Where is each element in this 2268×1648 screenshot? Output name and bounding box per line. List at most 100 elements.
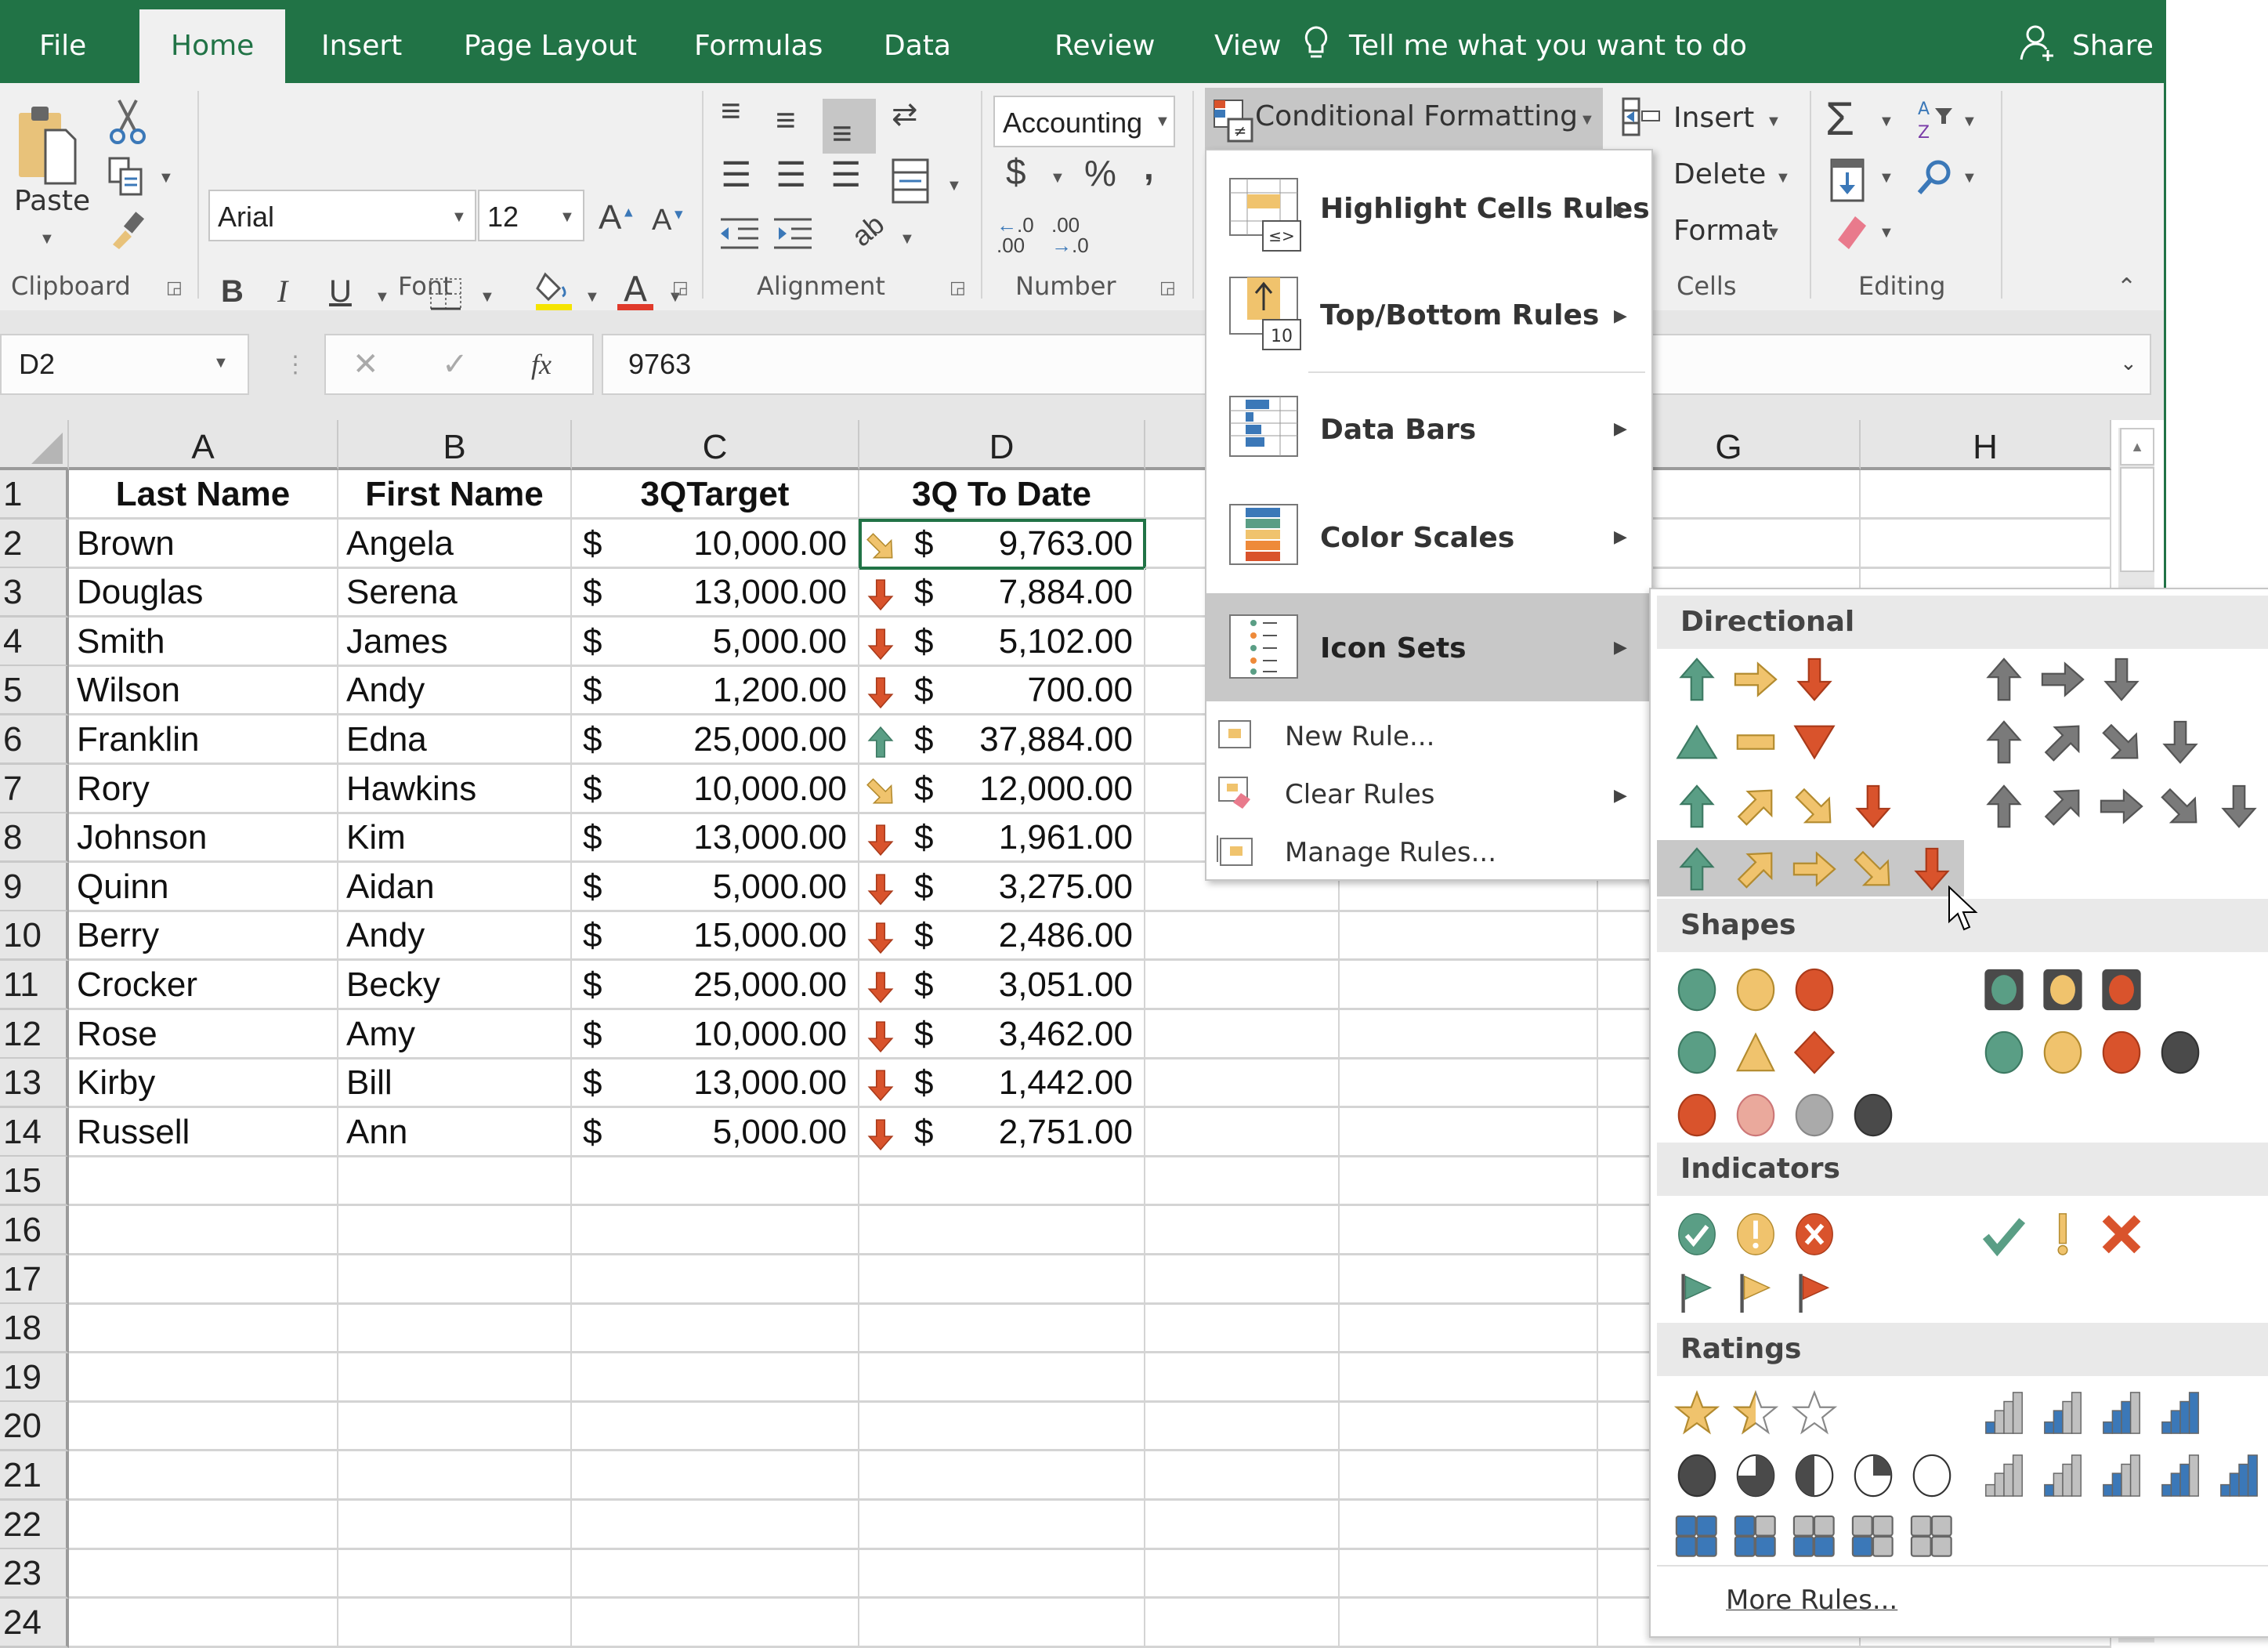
decrease-font-size-icon[interactable]: A▼ [652,205,685,235]
data-cell[interactable]: $5,000.00 [572,1108,859,1157]
icon-set-4-arrows-gray[interactable] [1964,713,2230,770]
cell[interactable] [1340,1599,1598,1648]
cell[interactable] [1145,961,1340,1010]
cell[interactable] [1340,1353,1598,1403]
cell[interactable] [1340,1157,1598,1206]
sort-filter-dropdown-icon[interactable]: ▼ [1962,113,1977,131]
header-cell[interactable]: 3QTarget [572,470,859,520]
top-align-icon[interactable]: ≡ [721,94,741,129]
cell[interactable] [572,1501,859,1550]
clear-eraser-icon[interactable] [1833,213,1868,256]
data-cell[interactable]: $10,000.00 [572,765,859,814]
cell[interactable] [859,1402,1145,1451]
cell[interactable] [1340,1206,1598,1255]
align-left-icon[interactable]: ☰ [721,158,751,193]
insert-cells-button[interactable]: Insert [1673,102,1754,134]
icon-set-4-arrows-colored[interactable] [1657,777,1923,834]
row-header[interactable]: 14 [0,1108,69,1157]
data-cell[interactable]: $700.00 [859,666,1145,715]
cell[interactable] [1340,911,1598,961]
menu-item-manage-rules[interactable]: Manage Rules... [1206,824,1651,881]
cell[interactable] [1145,1059,1340,1108]
format-dropdown-icon[interactable]: ▼ [1766,224,1781,242]
copy-icon[interactable] [108,157,144,200]
data-cell[interactable]: $15,000.00 [572,911,859,961]
insert-function-button[interactable]: fx [531,335,552,393]
cell[interactable] [1340,1451,1598,1501]
cell[interactable] [1340,1304,1598,1353]
increase-decimal-icon[interactable]: ←.0.00 [997,215,1034,255]
header-cell[interactable]: 3Q To Date [859,470,1145,520]
underline-dropdown-icon[interactable]: ▼ [374,288,390,306]
cell[interactable] [859,1206,1145,1255]
tab-file[interactable]: File [39,0,86,83]
font-size-dropdown-icon[interactable]: ▼ [559,208,575,226]
tab-formulas[interactable]: Formulas [694,0,823,83]
cell[interactable] [1340,1255,1598,1305]
icon-set-4-traffic-lights[interactable] [1964,1023,2230,1080]
cell[interactable] [572,1599,859,1648]
select-all-corner[interactable] [0,420,69,470]
column-header-b[interactable]: B [338,420,572,470]
cell[interactable] [572,1157,859,1206]
cell[interactable] [1145,1353,1340,1403]
row-header[interactable]: 22 [0,1501,69,1550]
data-cell[interactable]: $3,051.00 [859,961,1145,1010]
cell[interactable] [1145,1108,1340,1157]
font-launcher-icon[interactable]: ◲ [672,279,689,296]
cell[interactable] [69,1599,338,1648]
cell[interactable] [338,1451,572,1501]
cell[interactable] [1145,1402,1340,1451]
row-header[interactable]: 7 [0,765,69,814]
icon-set-4-ratings[interactable] [1964,1384,2230,1440]
scrollbar-thumb[interactable] [2120,467,2154,572]
data-cell[interactable]: $7,884.00 [859,568,1145,618]
data-cell[interactable]: Kirby [69,1059,338,1108]
cell[interactable] [1340,1108,1598,1157]
number-format-combobox[interactable]: Accounting [993,96,1175,147]
clipboard-launcher-icon[interactable]: ◲ [166,279,183,296]
cell[interactable] [69,1501,338,1550]
icon-set-3-flags[interactable] [1657,1263,1865,1320]
data-cell[interactable]: $10,000.00 [572,1010,859,1059]
data-cell[interactable]: Serena [338,568,572,618]
merge-center-icon[interactable] [892,158,929,208]
alignment-launcher-icon[interactable]: ◲ [950,279,966,296]
data-cell[interactable]: Andy [338,911,572,961]
cell[interactable] [1340,1402,1598,1451]
delete-dropdown-icon[interactable]: ▼ [1775,169,1791,187]
cell[interactable] [69,1402,338,1451]
scroll-up-button[interactable]: ▲ [2120,428,2154,465]
icon-set-3-traffic-lights-rimmed[interactable] [1964,961,2172,1017]
data-cell[interactable]: Kim [338,813,572,863]
borders-dropdown-icon[interactable]: ▼ [479,288,495,306]
cell[interactable] [69,1206,338,1255]
row-header[interactable]: 2 [0,520,69,569]
icon-set-3-symbols-uncircled[interactable] [1964,1205,2172,1262]
icon-set-3-signs[interactable] [1657,1023,1865,1080]
align-center-icon[interactable]: ☰ [776,158,806,193]
data-cell[interactable]: $25,000.00 [572,961,859,1010]
data-cell[interactable]: Brown [69,520,338,569]
middle-align-icon[interactable]: ≡ [776,103,796,138]
row-header[interactable]: 23 [0,1549,69,1599]
comma-style-button[interactable]: , [1144,149,1154,185]
increase-indent-icon[interactable] [772,216,813,255]
cell[interactable] [572,1451,859,1501]
cell[interactable] [1145,1549,1340,1599]
collapse-ribbon-icon[interactable]: ⌃ [2117,276,2136,299]
cancel-entry-icon[interactable]: ✕ [353,335,379,393]
cell[interactable] [1861,520,2111,569]
cell[interactable] [859,1599,1145,1648]
data-cell[interactable]: $5,102.00 [859,618,1145,667]
data-cell[interactable]: $37,884.00 [859,715,1145,765]
cell[interactable] [69,1304,338,1353]
data-cell[interactable]: Berry [69,911,338,961]
cell[interactable] [859,1304,1145,1353]
data-cell[interactable]: Franklin [69,715,338,765]
accounting-dropdown-icon[interactable]: ▼ [1050,169,1065,187]
row-header[interactable]: 10 [0,911,69,961]
row-header[interactable]: 8 [0,813,69,863]
cell[interactable] [859,1157,1145,1206]
cell[interactable] [1145,1451,1340,1501]
